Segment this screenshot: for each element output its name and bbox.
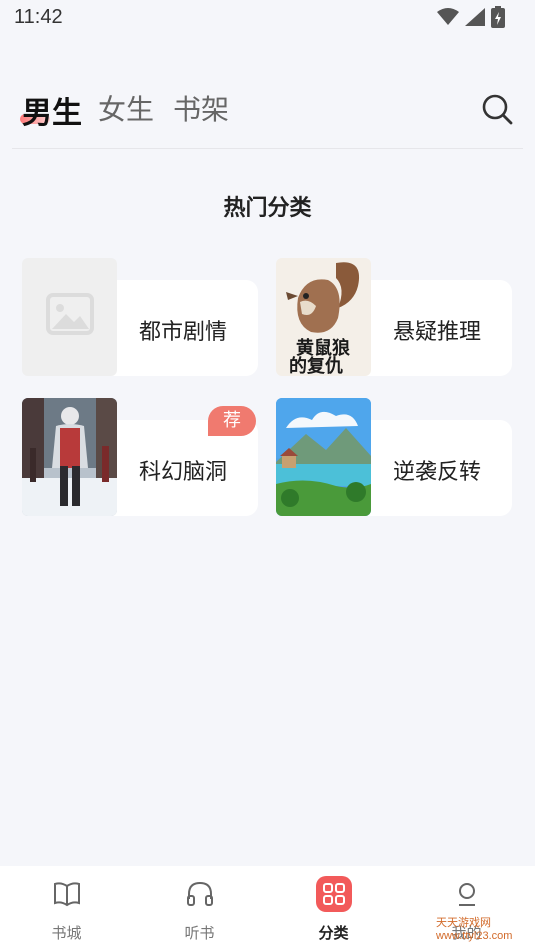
- category-card-mystery[interactable]: 黄鼠狼 的复仇 悬疑推理: [276, 258, 512, 376]
- watermark: 天天游戏网 www.ttyl23.com: [436, 917, 513, 942]
- section-title: 热门分类: [223, 196, 312, 221]
- battery-icon: [491, 6, 505, 28]
- category-label: 逆袭反转: [393, 460, 482, 485]
- tab-male[interactable]: 男生: [22, 88, 82, 132]
- nav-label: 分类: [318, 924, 349, 942]
- snow-street-cover-art: [22, 398, 117, 516]
- recommend-badge: 荐: [208, 406, 256, 436]
- nav-label: 书城: [51, 924, 82, 942]
- landscape-cover-art: [276, 398, 371, 516]
- nav-label: 听书: [184, 924, 215, 942]
- category-card-scifi[interactable]: 科幻脑洞 荐: [22, 398, 258, 516]
- tab-female[interactable]: 女生: [98, 88, 154, 128]
- book-cover: [22, 398, 117, 516]
- grid-icon: [315, 876, 352, 912]
- svg-text:的复仇: 的复仇: [289, 355, 343, 376]
- nav-item-category[interactable]: 分类: [267, 876, 400, 946]
- status-time: 11:42: [14, 6, 63, 28]
- category-card-comeback[interactable]: 逆袭反转: [276, 398, 512, 516]
- category-card-urban[interactable]: 都市剧情: [22, 258, 258, 376]
- top-tabs: 男生 女生 书架: [0, 80, 535, 140]
- category-label: 科幻脑洞: [139, 460, 228, 485]
- book-cover: [276, 398, 371, 516]
- cover-placeholder: [22, 258, 117, 376]
- book-cover: 黄鼠狼 的复仇: [276, 258, 371, 376]
- header-divider: [12, 148, 523, 149]
- book-icon: [49, 876, 85, 912]
- nav-item-bookstore[interactable]: 书城: [0, 876, 133, 946]
- nav-item-audiobook[interactable]: 听书: [133, 876, 266, 946]
- status-icons: [437, 6, 505, 28]
- wifi-icon: [437, 8, 459, 25]
- status-bar: 11:42: [0, 0, 535, 36]
- weasel-cover-art: 黄鼠狼 的复仇: [286, 262, 360, 376]
- category-label: 悬疑推理: [393, 320, 482, 345]
- image-placeholder-icon: [46, 293, 94, 335]
- search-icon[interactable]: [480, 92, 514, 126]
- category-label: 都市剧情: [139, 320, 228, 345]
- signal-icon: [465, 8, 485, 26]
- user-icon: [449, 876, 485, 912]
- headphones-icon: [182, 876, 218, 912]
- tab-bookshelf[interactable]: 书架: [173, 88, 229, 128]
